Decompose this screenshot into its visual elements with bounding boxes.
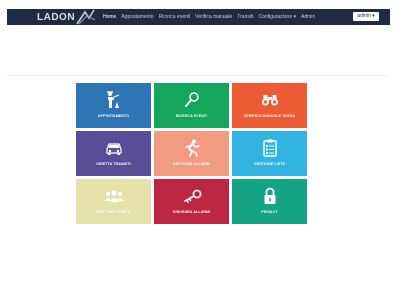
ladon-logo[interactable]: LADON	[37, 9, 105, 25]
menu-admin[interactable]: Admin	[301, 9, 315, 25]
group-icon	[104, 186, 124, 206]
officer-icon	[106, 90, 122, 110]
tile-verifica-manuale-targa-label: VERIFICA MANUALE TARGA	[243, 114, 296, 118]
logo-text: LADON	[37, 12, 76, 23]
key-icon	[182, 186, 202, 206]
tile-ricerca-eventi[interactable]: RICERCA EVENTI	[154, 83, 229, 128]
menu-appostamento[interactable]: Appostamento	[121, 9, 153, 25]
main-menu: Home Appostamento Ricerca eventi Verific…	[103, 9, 315, 25]
tile-chiusura-allarmi-label: CHIUSURA ALLARMI	[172, 210, 211, 214]
tile-appostamento-label: APPOSTAMENTO	[97, 114, 130, 118]
header-divider	[7, 75, 390, 76]
tile-verifica-manuale-targa[interactable]: VERIFICA MANUALE TARGA	[232, 83, 307, 128]
tile-gestione-allarmi[interactable]: GESTIONE ALLARMI	[154, 131, 229, 176]
tile-gestione-allarmi-label: GESTIONE ALLARMI	[172, 162, 211, 166]
dashboard-tiles: APPOSTAMENTO RICERCA EVENTI VERIFICA MAN…	[76, 83, 307, 224]
menu-transiti[interactable]: Transiti	[237, 9, 253, 25]
magnifier-icon	[184, 90, 200, 110]
tile-diretta-transiti[interactable]: DIRETTA TRANSITI	[76, 131, 151, 176]
tile-gestione-eventi-label: GESTIONE EVENTI	[96, 210, 131, 214]
tile-gestione-liste-label: GESTIONE LISTE	[253, 162, 286, 166]
top-navbar: LADON Home Appostamento Ricerca eventi V…	[7, 9, 390, 25]
lock-icon	[263, 186, 277, 206]
tile-privacy[interactable]: PRIVACY	[232, 179, 307, 224]
menu-home[interactable]: Home	[103, 9, 116, 25]
tile-appostamento[interactable]: APPOSTAMENTO	[76, 83, 151, 128]
tile-gestione-liste[interactable]: GESTIONE LISTE	[232, 131, 307, 176]
binoculars-icon	[261, 90, 279, 110]
menu-configurazione-dropdown[interactable]: Configurazione ▾	[258, 9, 296, 25]
tile-chiusura-allarmi[interactable]: CHIUSURA ALLARMI	[154, 179, 229, 224]
tile-gestione-eventi[interactable]: GESTIONE EVENTI	[76, 179, 151, 224]
clipboard-icon	[262, 138, 277, 158]
runner-icon	[184, 138, 200, 158]
menu-verifica-manuale[interactable]: Verifica manuale	[195, 9, 232, 25]
car-icon	[105, 138, 123, 158]
logo-emblem-icon	[76, 9, 96, 25]
tile-ricerca-eventi-label: RICERCA EVENTI	[175, 114, 208, 118]
tile-privacy-label: PRIVACY	[261, 210, 278, 214]
menu-ricerca-eventi[interactable]: Ricerca eventi	[159, 9, 191, 25]
user-menu-button[interactable]: admin ▾	[353, 12, 379, 21]
tile-diretta-transiti-label: DIRETTA TRANSITI	[96, 162, 131, 166]
